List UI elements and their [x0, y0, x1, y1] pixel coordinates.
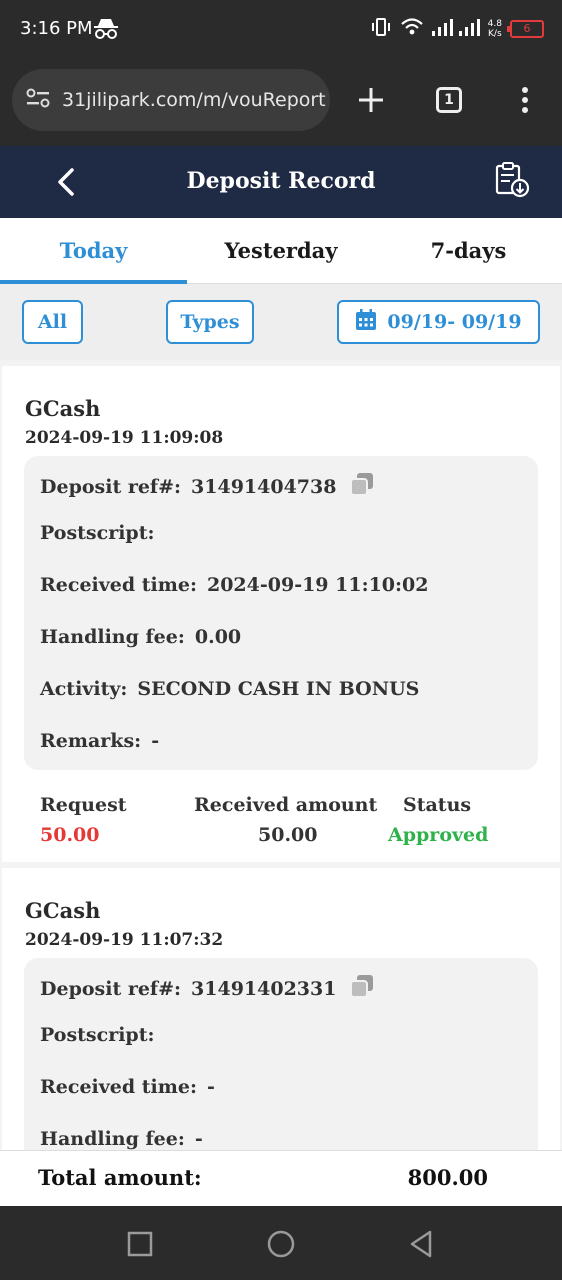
- record-source: GCash: [25, 396, 101, 421]
- deposit-ref-row: Deposit ref#: 31491404738: [40, 470, 376, 503]
- deposit-ref-label: Deposit ref#:: [40, 977, 182, 1000]
- browser-menu-button[interactable]: [503, 78, 547, 122]
- total-value: 800.00: [407, 1165, 488, 1190]
- status-bar: 3:16 PM 4.8 K/s 6: [0, 0, 562, 58]
- received-time-label: Received time:: [40, 1076, 197, 1098]
- tab-yesterday[interactable]: Yesterday: [187, 218, 375, 284]
- date-range-label: 09/19- 09/19: [387, 311, 522, 333]
- received-amount-value: 50.00: [258, 824, 318, 846]
- recents-button[interactable]: [120, 1224, 160, 1264]
- site-settings-icon[interactable]: [26, 87, 50, 113]
- record-details: Deposit ref#: 31491402331 Postscript: Re…: [24, 958, 538, 1150]
- deposit-record: GCash 2024-09-19 11:07:32 Deposit ref#: …: [2, 868, 560, 1150]
- browser-toolbar: 31jilipark.com/m/vouReport 1: [0, 58, 562, 146]
- tab-switcher-button[interactable]: 1: [427, 78, 471, 122]
- received-time-value: 2024-09-19 11:10:02: [206, 574, 429, 596]
- filter-types-label: Types: [180, 311, 240, 333]
- back-nav-button[interactable]: [402, 1224, 442, 1264]
- postscript-row: Postscript:: [40, 522, 165, 544]
- deposit-ref-value: 31491404738: [191, 475, 337, 498]
- circle-icon: [267, 1230, 295, 1258]
- net-speed-value: 4.8: [487, 19, 502, 29]
- tab-today[interactable]: Today: [0, 218, 187, 284]
- remarks-row: Remarks: -: [40, 730, 159, 752]
- filter-bar: All Types 09/19- 09/19: [0, 284, 562, 360]
- handling-fee-label: Handling fee:: [40, 626, 185, 648]
- handling-fee-label: Handling fee:: [40, 1128, 185, 1150]
- incognito-icon: [93, 17, 119, 45]
- activity-row: Activity: SECOND CASH IN BONUS: [40, 678, 419, 700]
- handling-fee-value: 0.00: [194, 626, 242, 648]
- record-list[interactable]: GCash 2024-09-19 11:09:08 Deposit ref#: …: [0, 360, 562, 1150]
- received-time-row: Received time: -: [40, 1076, 215, 1098]
- tab-7-days[interactable]: 7-days: [375, 218, 562, 284]
- wifi-icon: [400, 17, 424, 41]
- record-details: Deposit ref#: 31491404738 Postscript: Re…: [24, 456, 538, 770]
- net-speed: 4.8 K/s: [488, 19, 502, 39]
- received-time-row: Received time: 2024-09-19 11:10:02: [40, 574, 428, 596]
- handling-fee-row: Handling fee: -: [40, 1128, 203, 1150]
- status-label: Status: [403, 794, 472, 816]
- report-download-button[interactable]: [492, 160, 532, 200]
- copy-icon[interactable]: [348, 972, 376, 1005]
- postscript-row: Postscript:: [40, 1024, 165, 1046]
- filter-all-button[interactable]: All: [22, 300, 83, 344]
- new-tab-button[interactable]: [349, 78, 393, 122]
- activity-label: Activity:: [40, 678, 128, 700]
- copy-icon[interactable]: [348, 470, 376, 503]
- triangle-back-icon: [410, 1230, 432, 1258]
- page-title: Deposit Record: [186, 168, 376, 194]
- home-button[interactable]: [261, 1224, 301, 1264]
- postscript-label: Postscript:: [40, 522, 155, 544]
- postscript-label: Postscript:: [40, 1024, 155, 1046]
- request-label: Request: [40, 794, 127, 816]
- signal-icon: [431, 17, 480, 41]
- status-time: 3:16 PM: [20, 18, 93, 39]
- deposit-ref-label: Deposit ref#:: [40, 475, 182, 498]
- record-datetime: 2024-09-19 11:07:32: [25, 930, 224, 950]
- handling-fee-row: Handling fee: 0.00: [40, 626, 241, 648]
- calendar-icon: [355, 308, 377, 336]
- date-range-button[interactable]: 09/19- 09/19: [337, 300, 540, 344]
- received-time-value: -: [206, 1076, 215, 1098]
- vibrate-icon: [370, 16, 392, 42]
- deposit-ref-row: Deposit ref#: 31491402331: [40, 972, 376, 1005]
- tab-count: 1: [436, 87, 462, 113]
- net-speed-unit: K/s: [488, 29, 502, 39]
- more-vert-icon: [522, 87, 528, 113]
- status-value: Approved: [388, 824, 489, 846]
- filter-all-label: All: [37, 311, 68, 333]
- total-bar: Total amount: 800.00: [0, 1150, 562, 1206]
- total-label: Total amount:: [38, 1165, 202, 1190]
- record-datetime: 2024-09-19 11:09:08: [25, 428, 224, 448]
- plus-icon: [359, 88, 383, 112]
- deposit-record: GCash 2024-09-19 11:09:08 Deposit ref#: …: [2, 366, 560, 862]
- url-text: 31jilipark.com/m/vouReport: [62, 89, 326, 111]
- activity-value: SECOND CASH IN BONUS: [137, 678, 420, 700]
- app-header: Deposit Record: [0, 146, 562, 218]
- request-value: 50.00: [40, 824, 100, 846]
- handling-fee-value: -: [194, 1128, 203, 1150]
- system-nav-bar: [0, 1206, 562, 1280]
- remarks-label: Remarks:: [40, 730, 142, 752]
- received-amount-label: Received amount: [194, 794, 378, 816]
- record-source: GCash: [25, 898, 101, 923]
- square-icon: [127, 1231, 153, 1257]
- deposit-ref-value: 31491402331: [191, 977, 337, 1000]
- date-tabs: Today Yesterday 7-days: [0, 218, 562, 284]
- filter-types-button[interactable]: Types: [166, 300, 254, 344]
- received-time-label: Received time:: [40, 574, 197, 596]
- address-bar[interactable]: 31jilipark.com/m/vouReport: [12, 69, 330, 131]
- clipboard-download-icon: [495, 162, 530, 198]
- battery-icon: 6: [507, 20, 544, 38]
- remarks-value: -: [151, 730, 160, 752]
